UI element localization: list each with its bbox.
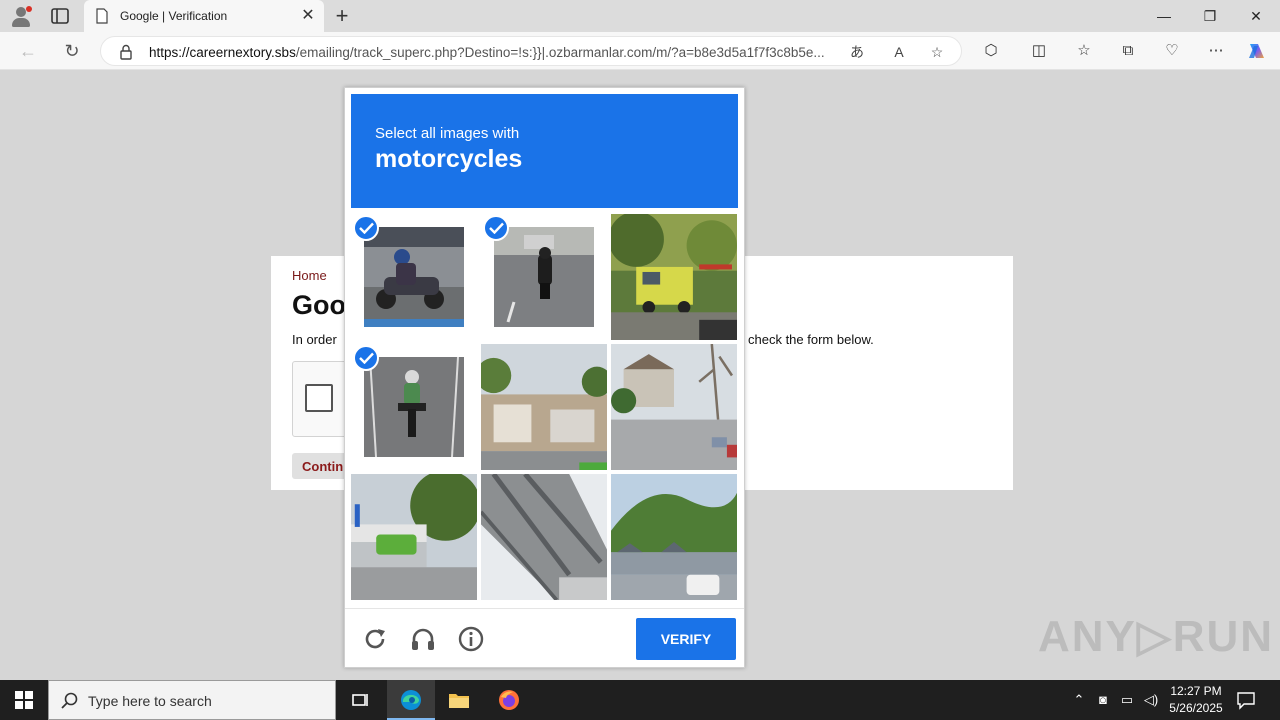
new-tab-button[interactable]: + <box>331 3 353 29</box>
url-path: /emailing/track_superc.php?Destino=!s:}}… <box>295 45 825 60</box>
read-aloud-icon[interactable]: A <box>889 42 909 62</box>
instruction-text: In order <box>292 332 337 347</box>
page-viewport: Home Goo In order check the form below. … <box>0 71 1280 680</box>
task-view-button[interactable] <box>336 680 384 720</box>
start-button[interactable] <box>0 680 48 720</box>
profile-icon[interactable] <box>10 6 32 28</box>
notification-icon[interactable] <box>1236 690 1256 710</box>
browser-tab[interactable]: Google | Verification ✕ <box>84 0 324 32</box>
meet-now-icon[interactable]: ◙ <box>1093 690 1113 710</box>
performance-icon[interactable]: ♡ <box>1161 41 1183 61</box>
lock-icon[interactable] <box>119 44 133 60</box>
favorite-icon[interactable]: ☆ <box>927 42 947 62</box>
edge-taskbar-button[interactable] <box>387 680 435 720</box>
captcha-tile[interactable] <box>611 214 737 340</box>
clock-time: 12:27 PM <box>1170 684 1222 698</box>
search-placeholder: Type here to search <box>88 693 212 709</box>
recaptcha-checkbox[interactable] <box>305 384 333 412</box>
captcha-footer: VERIFY <box>345 608 744 668</box>
close-window-button[interactable]: ✕ <box>1233 0 1279 32</box>
reload-icon[interactable] <box>361 625 389 653</box>
firefox-icon <box>499 690 519 710</box>
task-view-icon <box>352 694 368 706</box>
tab-title: Google | Verification <box>120 9 228 23</box>
page-icon <box>96 8 108 24</box>
page-heading: Goo <box>292 290 346 320</box>
check-icon <box>353 215 379 241</box>
volume-icon[interactable]: ◁) <box>1141 690 1161 710</box>
check-icon <box>483 215 509 241</box>
favorites-icon[interactable]: ☆ <box>1073 41 1095 61</box>
firefox-taskbar-button[interactable] <box>485 680 533 720</box>
split-screen-icon[interactable]: ◫ <box>1028 41 1050 61</box>
extensions-icon[interactable]: ⬡ <box>980 41 1002 61</box>
tab-actions-icon[interactable] <box>50 7 70 25</box>
captcha-target: motorcycles <box>375 145 523 173</box>
info-icon[interactable] <box>457 625 485 653</box>
captcha-tile[interactable] <box>351 474 477 600</box>
folder-icon <box>449 694 469 708</box>
taskbar-search[interactable]: Type here to search <box>48 680 336 720</box>
edge-icon <box>401 690 421 710</box>
captcha-dialog: Select all images with motorcycles VERIF… <box>344 87 745 668</box>
network-icon[interactable]: ▭ <box>1117 690 1137 710</box>
taskbar-clock[interactable]: 12:27 PM 5/26/2025 <box>1160 683 1232 717</box>
tray-overflow-icon[interactable]: ⌃ <box>1069 690 1089 710</box>
clock-date: 5/26/2025 <box>1169 701 1223 715</box>
instruction-text-end: check the form below. <box>748 332 874 347</box>
captcha-tile[interactable] <box>481 474 607 600</box>
windows-icon <box>15 691 33 709</box>
audio-challenge-icon[interactable] <box>409 625 437 653</box>
captcha-prompt: Select all images with <box>375 125 520 142</box>
verify-button[interactable]: VERIFY <box>636 618 736 660</box>
more-icon[interactable]: ⋯ <box>1205 41 1227 61</box>
search-icon <box>61 692 78 709</box>
copilot-icon[interactable] <box>1246 41 1268 61</box>
back-icon[interactable]: ← <box>17 40 39 62</box>
anyrun-watermark: ANY▷RUN <box>1038 612 1275 661</box>
translate-icon[interactable]: あ <box>847 42 867 62</box>
browser-tab-bar: Google | Verification ✕ + — ❐ ✕ <box>0 0 1280 32</box>
captcha-tile[interactable] <box>611 474 737 600</box>
collections-icon[interactable]: ⧉ <box>1117 41 1139 61</box>
windows-taskbar: Type here to search ⌃ ◙ ▭ ◁) 12:27 PM 5/… <box>0 680 1280 720</box>
captcha-tile[interactable] <box>481 344 607 470</box>
browser-toolbar: ← ↻ https://careernextory.sbs/emailing/t… <box>0 32 1280 70</box>
url-text[interactable]: https://careernextory.sbs/emailing/track… <box>149 45 839 60</box>
url-host: https://careernextory.sbs <box>149 45 296 60</box>
captcha-header: Select all images with motorcycles <box>351 94 738 208</box>
home-link[interactable]: Home <box>292 268 327 283</box>
file-explorer-button[interactable] <box>435 680 483 720</box>
restore-button[interactable]: ❐ <box>1187 0 1233 32</box>
captcha-tile[interactable] <box>611 344 737 470</box>
refresh-icon[interactable]: ↻ <box>61 40 83 62</box>
tab-close-icon[interactable]: ✕ <box>300 6 316 26</box>
check-icon <box>353 345 379 371</box>
minimize-button[interactable]: — <box>1141 0 1187 32</box>
address-bar[interactable]: https://careernextory.sbs/emailing/track… <box>100 36 962 66</box>
